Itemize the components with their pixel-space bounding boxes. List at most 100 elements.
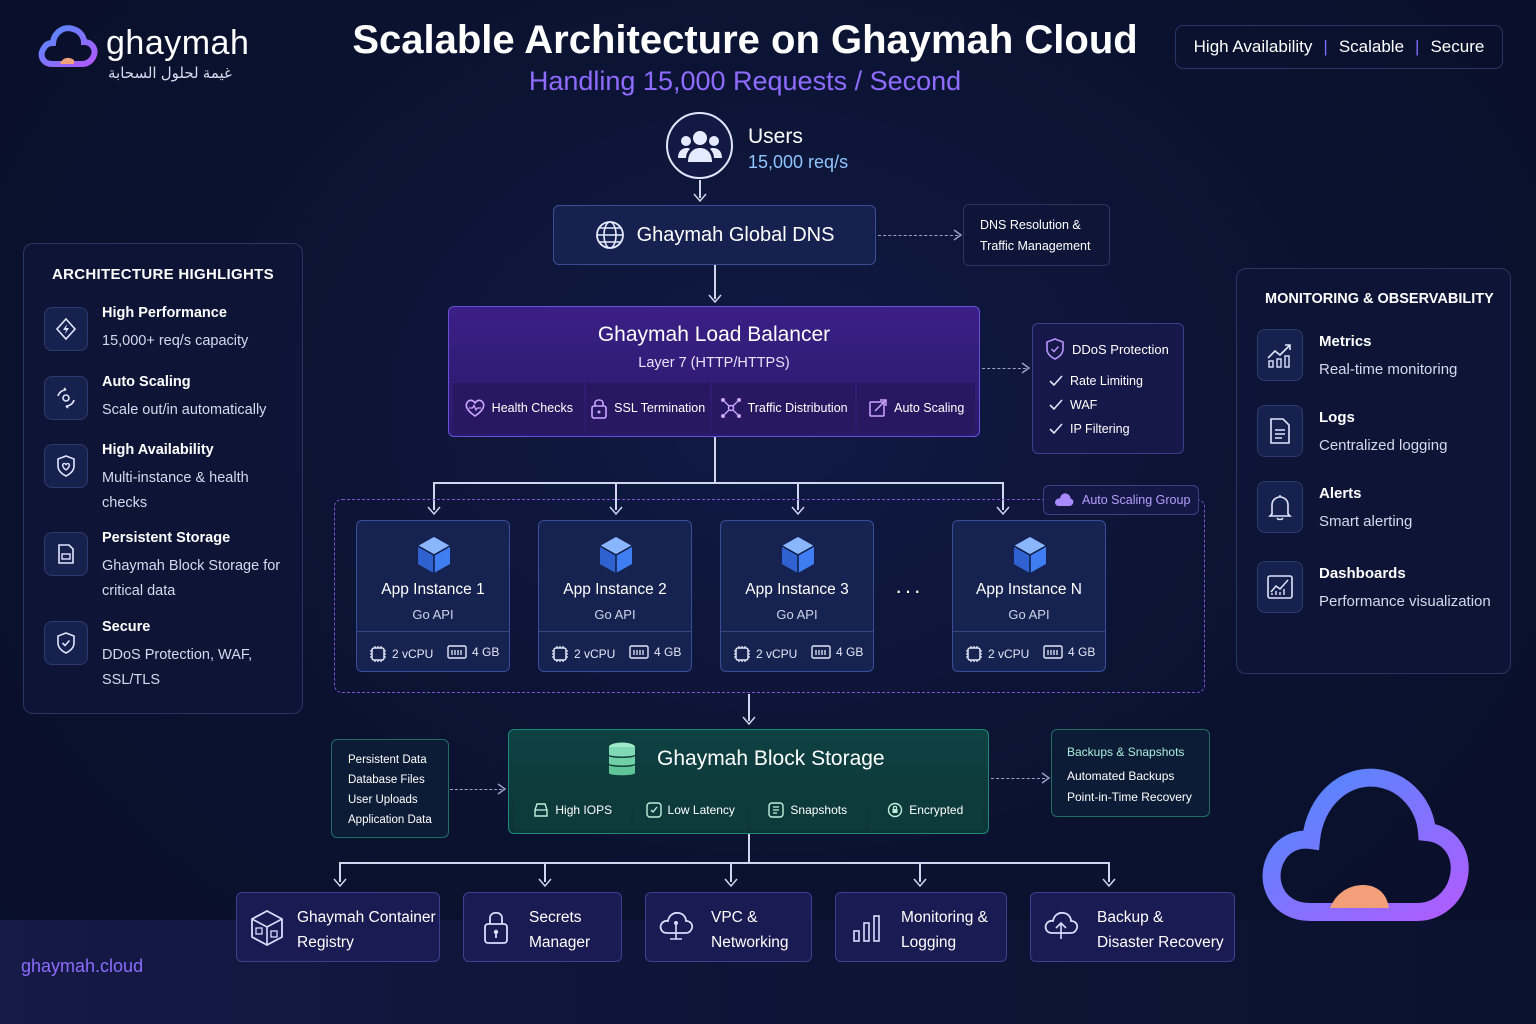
dashed-connector (878, 235, 958, 236)
dashboard-icon (1257, 561, 1303, 613)
dns-note-text: DNS Resolution & Traffic Management (980, 218, 1091, 253)
service-label: Monitoring & Logging (901, 905, 988, 955)
service-label-line: Logging (901, 934, 957, 951)
storage-feature: Low Latency (632, 790, 748, 830)
lb-feature: SSL Termination (585, 383, 710, 433)
connector-line (339, 862, 1109, 864)
memory-icon (811, 645, 831, 659)
persistent-data-item: User Uploads (348, 794, 418, 806)
footer-domain-link[interactable]: ghaymah.cloud (21, 956, 143, 977)
app-instance-card[interactable]: App Instance 1 Go API 2 vCPU 4 GB (356, 520, 510, 672)
gauge-icon (645, 802, 662, 818)
storage-icon (44, 532, 88, 576)
app-instance-card[interactable]: App Instance 2 Go API 2 vCPU 4 GB (538, 520, 692, 672)
global-dns-node[interactable]: Ghaymah Global DNS (553, 205, 876, 265)
instance-cpu: 2 vCPU (551, 645, 615, 663)
instance-name: App Instance 3 (745, 581, 849, 598)
instance-stack: Go API (776, 607, 818, 622)
block-storage-node[interactable]: Ghaymah Block Storage High IOPS Low Late… (508, 729, 989, 834)
connector-line (433, 482, 1003, 484)
highlight-desc: DDoS Protection, WAF, SSL/TLS (102, 647, 253, 688)
service-vpc-networking[interactable]: VPC & Networking (645, 892, 812, 962)
instance-divider (721, 631, 873, 632)
highlight-title: High Availability (102, 442, 214, 458)
instance-cpu: 2 vCPU (965, 645, 1029, 663)
highlight-item: Persistent Storage Ghaymah Block Storage… (44, 530, 294, 602)
app-instance-card[interactable]: App Instance N Go API 2 vCPU 4 GB (952, 520, 1106, 672)
brand-name: ghaymah (106, 24, 250, 62)
arrow-down-icon (708, 294, 722, 304)
highlight-desc: Scale out/in automatically (102, 402, 267, 418)
storage-feature: Snapshots (750, 790, 866, 830)
lb-layer: Layer 7 (HTTP/HTTPS) (638, 355, 790, 371)
monitoring-item-desc: Performance visualization (1319, 593, 1491, 610)
service-label-line: Disaster Recovery (1097, 934, 1224, 951)
instance-stack: Go API (594, 607, 636, 622)
check-icon (1049, 375, 1063, 387)
instance-stack: Go API (1008, 607, 1050, 622)
monitoring-item-desc: Real-time monitoring (1319, 361, 1458, 378)
service-container-registry[interactable]: Ghaymah Container Registry (236, 892, 440, 962)
service-secrets-manager[interactable]: Secrets Manager (463, 892, 622, 962)
memory-value: 4 GB (472, 645, 500, 659)
page-subtitle: Handling 15,000 Requests / Second (528, 66, 962, 96)
connector-line (714, 437, 716, 483)
memory-icon (1043, 645, 1063, 659)
load-balancer-node[interactable]: Ghaymah Load Balancer Layer 7 (HTTP/HTTP… (448, 306, 980, 437)
brand-logo[interactable]: ghaymah غيمة لحلول السحابة (36, 20, 256, 90)
storage-feature-label: Low Latency (667, 803, 735, 817)
instances-ellipsis: ··· (895, 578, 923, 603)
heart-icon (465, 399, 485, 417)
monitoring-item: Metrics Real-time monitoring (1257, 329, 1507, 384)
service-label-line: Ghaymah Container (297, 909, 436, 926)
cloud-logo-icon (38, 25, 98, 67)
architecture-highlights-panel: ARCHITECTURE HIGHLIGHTS High Performance… (23, 243, 303, 714)
bell-icon (1257, 481, 1303, 533)
secure-icon (44, 621, 88, 665)
lb-feature-label: Auto Scaling (894, 401, 965, 415)
instance-name: App Instance 1 (381, 581, 485, 598)
lb-feature-label: Traffic Distribution (747, 401, 848, 415)
cube-icon (1013, 537, 1047, 573)
ddos-item: Rate Limiting (1049, 374, 1143, 388)
lb-feature: Health Checks (453, 383, 584, 433)
instance-memory: 4 GB (447, 645, 499, 659)
scale-arrow-icon (869, 399, 887, 417)
globe-icon (595, 221, 624, 249)
metrics-icon (1257, 329, 1303, 381)
dashed-connector (991, 778, 1045, 779)
asg-label: Auto Scaling Group (1082, 493, 1191, 507)
ddos-title-row: DDoS Protection (1045, 338, 1169, 360)
monitoring-item: Logs Centralized logging (1257, 405, 1507, 460)
cpu-value: 2 vCPU (574, 647, 616, 661)
instance-cpu: 2 vCPU (369, 645, 433, 663)
cube-icon (599, 537, 633, 573)
service-label-line: VPC & (711, 909, 758, 926)
cloud-scale-icon (1055, 493, 1074, 506)
instance-cpu: 2 vCPU (733, 645, 797, 663)
arrow-right-icon (1021, 362, 1031, 374)
persistent-data-note: Persistent Data Database Files User Uplo… (331, 739, 449, 838)
service-monitoring-logging[interactable]: Monitoring & Logging (835, 892, 1007, 962)
dashed-connector (450, 789, 502, 790)
dns-note: DNS Resolution & Traffic Management (963, 204, 1110, 266)
highlights-title: ARCHITECTURE HIGHLIGHTS (52, 266, 274, 283)
service-backup-disaster-recovery[interactable]: Backup & Disaster Recovery (1030, 892, 1235, 962)
monitoring-item-title: Logs (1319, 409, 1355, 426)
check-icon (1049, 399, 1063, 411)
arrow-down-icon (724, 878, 738, 888)
monitoring-title: MONITORING & OBSERVABILITY (1265, 291, 1494, 307)
cpu-icon (552, 646, 568, 662)
memory-value: 4 GB (654, 645, 682, 659)
backups-note: Backups & Snapshots Automated Backups Po… (1051, 729, 1210, 817)
arrow-down-icon (913, 878, 927, 888)
memory-icon (447, 645, 467, 659)
service-label-line: Networking (711, 934, 789, 951)
dns-label: Ghaymah Global DNS (636, 223, 835, 246)
cpu-icon (734, 646, 750, 662)
service-label: Backup & Disaster Recovery (1097, 905, 1224, 955)
cpu-value: 2 vCPU (988, 647, 1030, 661)
app-instance-card[interactable]: App Instance 3 Go API 2 vCPU 4 GB (720, 520, 874, 672)
service-label-line: Monitoring & (901, 909, 989, 926)
cube-icon (781, 537, 815, 573)
